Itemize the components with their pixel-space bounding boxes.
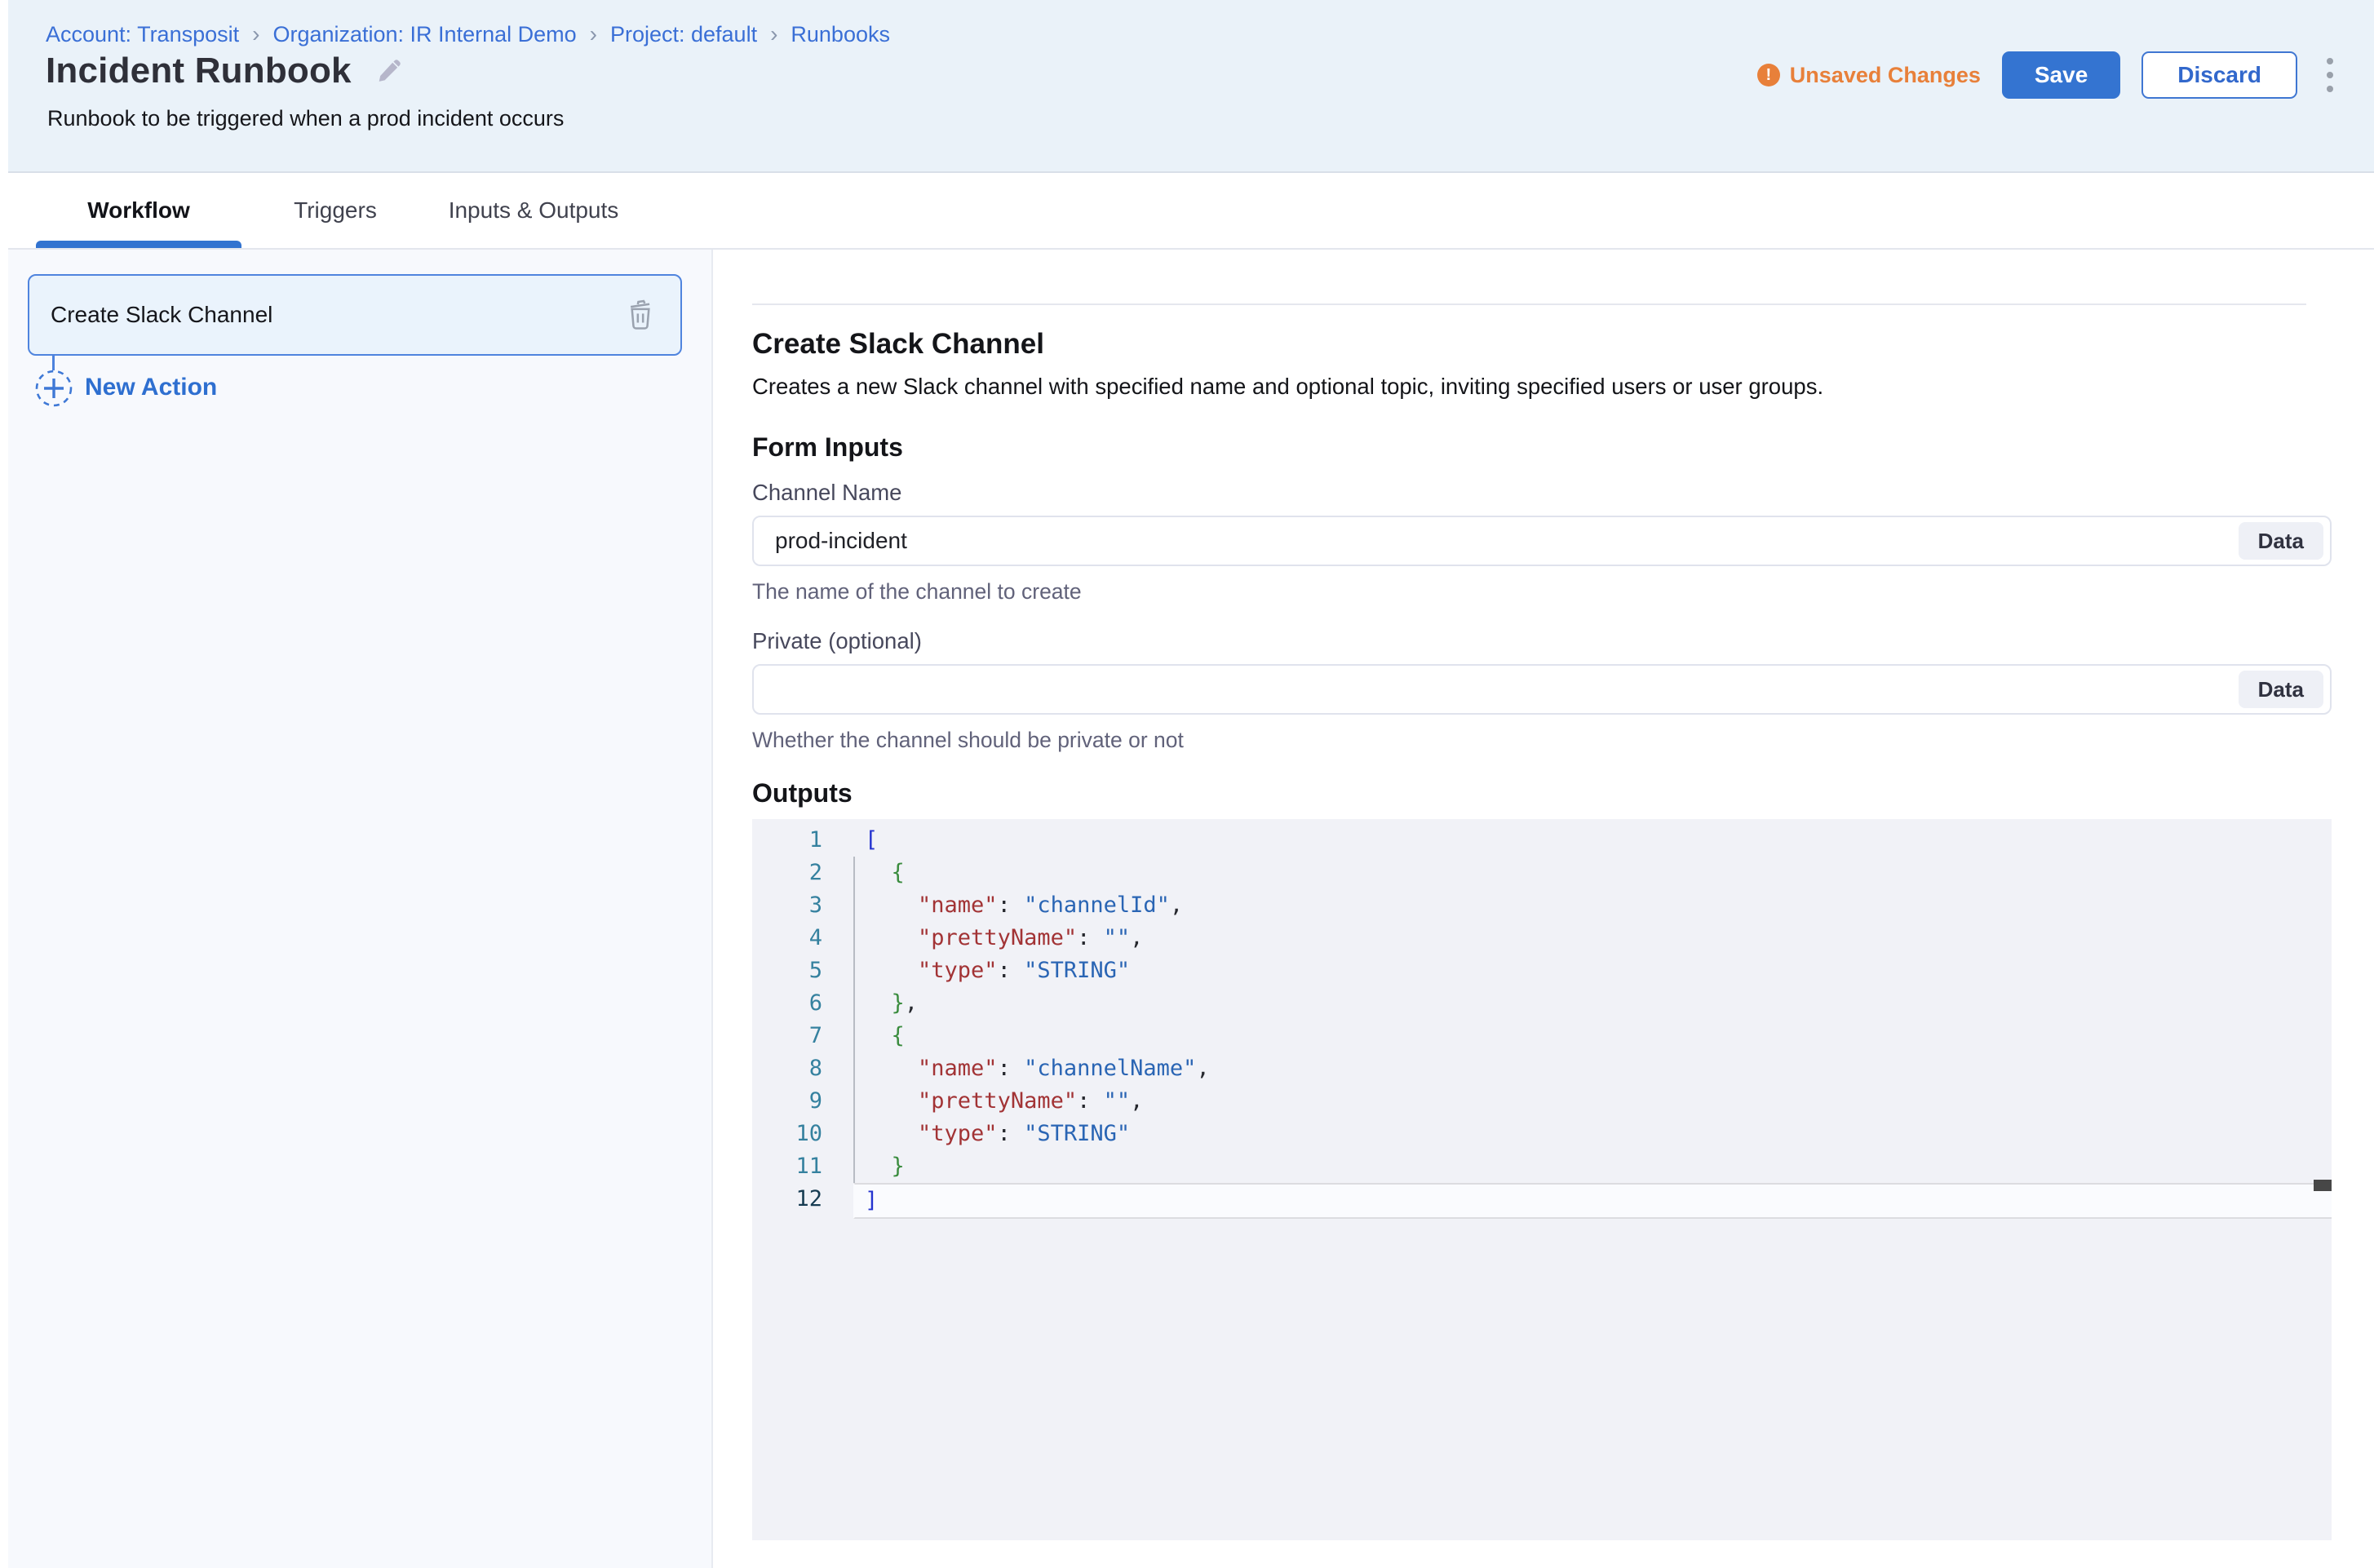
- action-card-create-slack-channel[interactable]: Create Slack Channel: [28, 274, 682, 356]
- line-number: 11: [752, 1150, 853, 1183]
- code-line-content[interactable]: "name": "channelId",: [853, 889, 2332, 922]
- code-line[interactable]: 5 "type": "STRING": [752, 955, 2332, 987]
- unsaved-changes-badge: ! Unsaved Changes: [1757, 63, 1981, 88]
- line-number: 8: [752, 1052, 853, 1085]
- breadcrumb-separator: ›: [590, 21, 597, 47]
- workflow-connector-line: [52, 354, 55, 370]
- breadcrumb-separator: ›: [770, 21, 777, 47]
- page-subtitle: Runbook to be triggered when a prod inci…: [47, 106, 564, 131]
- outputs-code-editor[interactable]: 1[2 {3 "name": "channelId",4 "prettyName…: [752, 819, 2332, 1540]
- action-detail-pane: Create Slack Channel Creates a new Slack…: [715, 250, 2374, 1568]
- new-action-plus-icon[interactable]: [34, 369, 73, 408]
- save-button[interactable]: Save: [2002, 51, 2120, 99]
- code-line-content[interactable]: {: [853, 857, 2332, 889]
- unsaved-changes-label: Unsaved Changes: [1790, 63, 1981, 88]
- workflow-panel: Create Slack Channel New Action: [0, 250, 713, 1568]
- line-number: 7: [752, 1020, 853, 1052]
- private-data-button[interactable]: Data: [2239, 671, 2323, 708]
- left-edge-strip: [0, 0, 8, 1568]
- app-root: Account: Transposit › Organization: IR I…: [0, 0, 2374, 1568]
- code-line[interactable]: 8 "name": "channelName",: [752, 1052, 2332, 1085]
- code-line[interactable]: 6 },: [752, 987, 2332, 1020]
- code-line[interactable]: 4 "prettyName": "",: [752, 922, 2332, 955]
- channel-name-data-button[interactable]: Data: [2239, 522, 2323, 560]
- code-line[interactable]: 12]: [752, 1183, 2332, 1219]
- code-line-content[interactable]: "name": "channelName",: [853, 1052, 2332, 1085]
- breadcrumb-runbooks[interactable]: Runbooks: [791, 22, 890, 47]
- code-line-content[interactable]: },: [853, 987, 2332, 1020]
- editor-scrollbar-thumb[interactable]: [2314, 1180, 2332, 1191]
- line-number: 1: [752, 824, 853, 857]
- code-line[interactable]: 9 "prettyName": "",: [752, 1085, 2332, 1118]
- section-divider: [752, 303, 2306, 305]
- tab-triggers[interactable]: Triggers: [269, 173, 401, 248]
- code-line[interactable]: 3 "name": "channelId",: [752, 889, 2332, 922]
- line-number: 10: [752, 1118, 853, 1150]
- tab-bar: Workflow Triggers Inputs & Outputs: [0, 173, 2374, 250]
- private-value: [775, 666, 2048, 713]
- channel-name-value: prod-incident: [775, 517, 2048, 565]
- channel-name-input[interactable]: prod-incident Data: [752, 516, 2332, 566]
- line-number: 6: [752, 987, 853, 1020]
- code-line[interactable]: 10 "type": "STRING": [752, 1118, 2332, 1150]
- action-title: Create Slack Channel: [752, 328, 1044, 361]
- page-title: Incident Runbook: [46, 51, 352, 91]
- action-description: Creates a new Slack channel with specifi…: [752, 374, 1823, 400]
- code-line[interactable]: 7 {: [752, 1020, 2332, 1052]
- code-line-content[interactable]: "prettyName": "",: [853, 1085, 2332, 1118]
- code-lines: 1[2 {3 "name": "channelId",4 "prettyName…: [752, 824, 2332, 1219]
- line-number: 9: [752, 1085, 853, 1118]
- channel-name-label: Channel Name: [752, 480, 901, 506]
- breadcrumb-account[interactable]: Account: Transposit: [46, 22, 239, 47]
- code-line[interactable]: 11 }: [752, 1150, 2332, 1183]
- code-line-content[interactable]: "type": "STRING": [853, 1118, 2332, 1150]
- breadcrumb: Account: Transposit › Organization: IR I…: [46, 21, 890, 47]
- code-line[interactable]: 1[: [752, 824, 2332, 857]
- code-line[interactable]: 2 {: [752, 857, 2332, 889]
- code-line-content[interactable]: "type": "STRING": [853, 955, 2332, 987]
- private-input[interactable]: Data: [752, 664, 2332, 715]
- line-number: 4: [752, 922, 853, 955]
- code-line-content[interactable]: ]: [853, 1183, 2332, 1219]
- breadcrumb-project[interactable]: Project: default: [610, 22, 757, 47]
- tab-workflow[interactable]: Workflow: [36, 173, 241, 248]
- code-line-content[interactable]: }: [853, 1150, 2332, 1183]
- breadcrumb-separator: ›: [252, 21, 259, 47]
- edit-title-icon[interactable]: [374, 56, 404, 86]
- form-inputs-heading: Form Inputs: [752, 432, 903, 463]
- channel-name-helper: The name of the channel to create: [752, 579, 1082, 605]
- warning-icon: !: [1757, 64, 1780, 86]
- new-action-button[interactable]: New Action: [85, 374, 217, 401]
- outputs-heading: Outputs: [752, 778, 853, 808]
- discard-button[interactable]: Discard: [2141, 51, 2297, 99]
- line-number: 3: [752, 889, 853, 922]
- code-line-content[interactable]: [: [853, 824, 2332, 857]
- code-line-content[interactable]: "prettyName": "",: [853, 922, 2332, 955]
- tab-inputs-outputs[interactable]: Inputs & Outputs: [436, 173, 631, 248]
- active-tab-underline: [36, 241, 241, 248]
- action-card-label: Create Slack Channel: [51, 302, 272, 328]
- line-number: 5: [752, 955, 853, 987]
- line-number: 2: [752, 857, 853, 889]
- line-number: 12: [752, 1183, 853, 1219]
- delete-action-button[interactable]: [622, 295, 659, 335]
- code-line-content[interactable]: {: [853, 1020, 2332, 1052]
- breadcrumb-organization[interactable]: Organization: IR Internal Demo: [272, 22, 576, 47]
- private-helper: Whether the channel should be private or…: [752, 728, 1184, 753]
- more-options-icon[interactable]: [2319, 53, 2341, 97]
- page-header: Account: Transposit › Organization: IR I…: [0, 0, 2374, 173]
- private-label: Private (optional): [752, 628, 922, 654]
